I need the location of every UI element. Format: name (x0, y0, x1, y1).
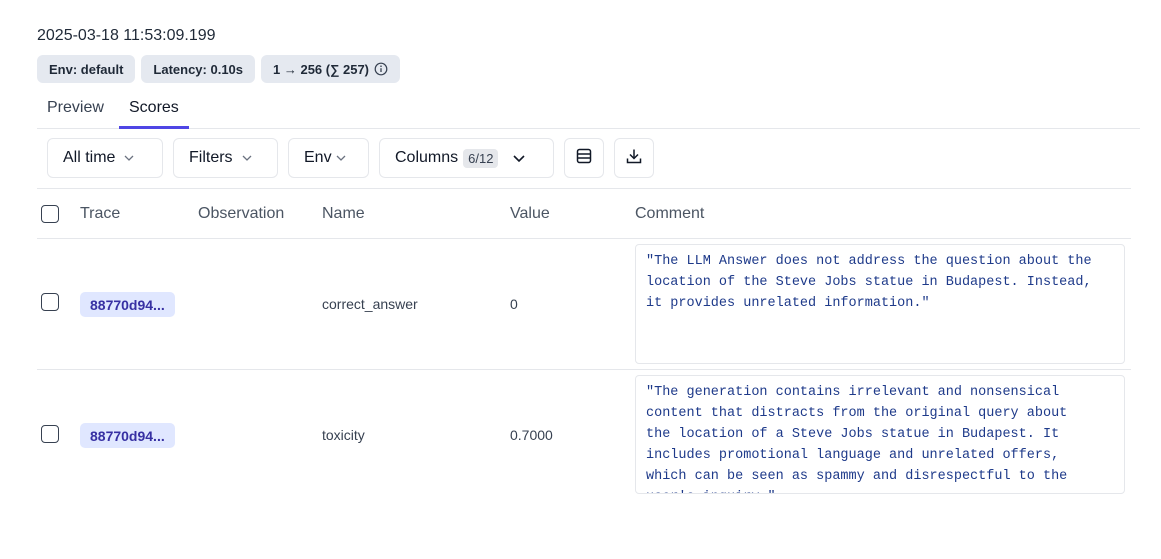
filters-label: Filters (189, 149, 233, 166)
score-comment: "The LLM Answer does not address the que… (635, 244, 1125, 364)
row-height-icon (575, 147, 593, 170)
trace-id-link[interactable]: 88770d94... (80, 423, 175, 448)
column-header-observation[interactable]: Observation (198, 189, 284, 238)
time-range-select[interactable]: All time (47, 138, 163, 178)
score-comment: "The generation contains irrelevant and … (635, 375, 1125, 494)
tab-scores[interactable]: Scores (119, 90, 189, 129)
columns-count: 6/12 (463, 148, 499, 168)
badge-group: Env: default Latency: 0.10s 1 → 256 (∑ 2… (37, 55, 400, 83)
column-header-trace[interactable]: Trace (80, 189, 120, 238)
column-header-comment[interactable]: Comment (635, 189, 704, 238)
info-icon[interactable] (374, 62, 388, 76)
env-badge: Env: default (37, 55, 136, 83)
table-row[interactable]: 88770d94... toxicity 0.7000 "The generat… (37, 370, 1131, 498)
chevron-down-icon (241, 152, 253, 164)
latency-badge: Latency: 0.10s (141, 55, 256, 83)
chevron-down-icon (335, 152, 347, 164)
download-button[interactable] (614, 138, 654, 178)
table-toolbar: All time Filters Env Columns 6/12 (47, 138, 654, 178)
score-value-cell: 0 (510, 296, 518, 312)
latency-badge-label: Latency: 0.10s (153, 61, 244, 77)
score-value-cell: 0.7000 (510, 427, 553, 443)
time-range-label: All time (63, 149, 116, 166)
select-all-checkbox[interactable] (41, 205, 59, 223)
tab-preview[interactable]: Preview (47, 90, 104, 126)
chevron-down-icon (512, 151, 526, 165)
row-checkbox[interactable] (41, 293, 59, 311)
row-checkbox[interactable] (41, 425, 59, 443)
column-header-name[interactable]: Name (322, 189, 365, 238)
trace-id-link[interactable]: 88770d94... (80, 292, 175, 317)
filters-button[interactable]: Filters (173, 138, 278, 178)
download-icon (625, 147, 643, 170)
row-height-button[interactable] (564, 138, 604, 178)
columns-button[interactable]: Columns 6/12 (379, 138, 554, 178)
env-filter-label: Env (304, 149, 332, 166)
token-usage-label: 1 → 256 (∑ 257) (273, 61, 369, 77)
trace-timestamp: 2025-03-18 11:53:09.199 (37, 27, 216, 44)
score-name-cell: toxicity (322, 427, 365, 443)
columns-label: Columns (395, 149, 459, 166)
chevron-down-icon (123, 152, 135, 164)
token-usage-badge[interactable]: 1 → 256 (∑ 257) (261, 55, 400, 83)
env-filter-select[interactable]: Env (288, 138, 369, 178)
tab-bar: Preview Scores (37, 90, 1140, 129)
table-row[interactable]: 88770d94... correct_answer 0 "The LLM An… (37, 239, 1131, 370)
column-header-value[interactable]: Value (510, 189, 550, 238)
score-name-cell: correct_answer (322, 296, 418, 312)
env-badge-label: Env: default (49, 61, 124, 77)
table-header: Trace Observation Name Value Comment (37, 189, 1131, 239)
